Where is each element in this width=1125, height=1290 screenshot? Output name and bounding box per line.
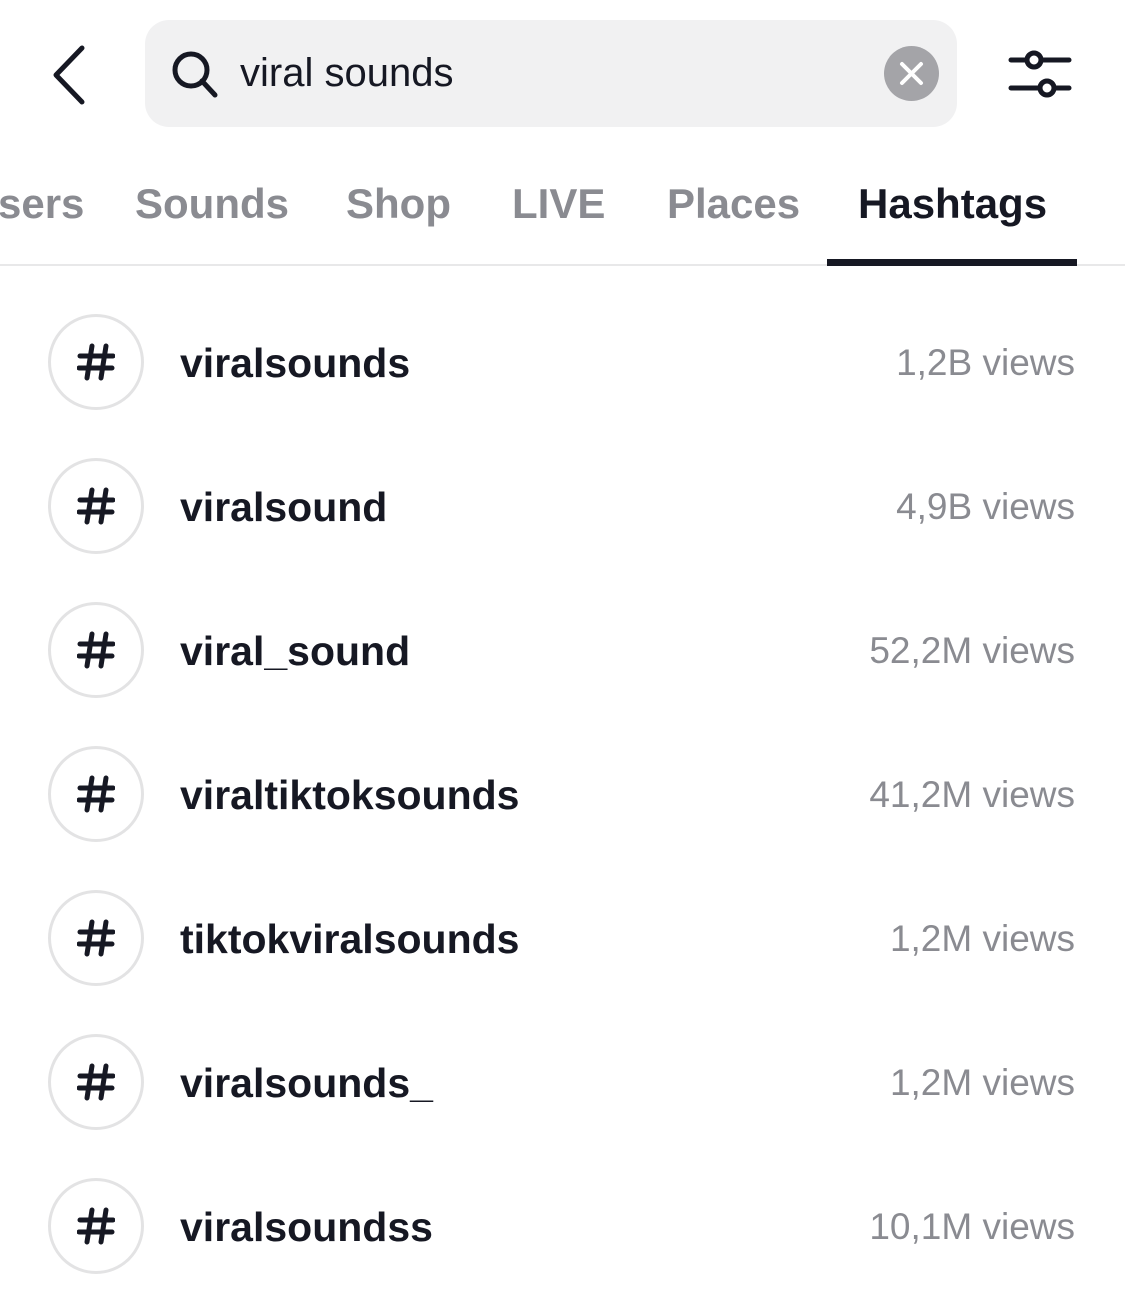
hashtag-row[interactable]: viral_sound 52,2M views xyxy=(0,554,1125,698)
hashtag-icon xyxy=(77,775,115,813)
tab-users[interactable]: sers xyxy=(0,180,84,228)
hashtag-icon xyxy=(77,1207,115,1245)
hashtag-name: viraltiktoksounds xyxy=(180,772,520,818)
active-tab-indicator xyxy=(827,259,1077,266)
hashtag-row[interactable]: tiktokviralsounds 1,2M views xyxy=(0,842,1125,986)
tab-places[interactable]: Places xyxy=(667,180,800,228)
hashtag-name: viralsound xyxy=(180,484,388,530)
back-button[interactable] xyxy=(40,40,100,110)
hashtag-avatar xyxy=(48,1034,144,1130)
search-icon xyxy=(172,51,218,98)
close-icon xyxy=(900,62,923,85)
search-bar[interactable] xyxy=(145,20,957,127)
hashtag-avatar xyxy=(48,602,144,698)
hashtag-views: 10,1M views xyxy=(869,1206,1075,1247)
hashtag-name: viralsounds_ xyxy=(180,1060,433,1106)
search-tabs: sers Sounds Shop LIVE Places Hashtags xyxy=(0,150,1125,266)
search-input[interactable] xyxy=(240,40,860,107)
hashtag-name: viral_sound xyxy=(180,628,411,674)
hashtag-avatar xyxy=(48,458,144,554)
hashtag-row[interactable]: viralsoundss 10,1M views xyxy=(0,1130,1125,1274)
tab-sounds[interactable]: Sounds xyxy=(135,180,289,228)
hashtag-avatar xyxy=(48,746,144,842)
hashtag-icon xyxy=(77,919,115,957)
hashtag-row[interactable]: viraltiktoksounds 41,2M views xyxy=(0,698,1125,842)
tab-hashtags[interactable]: Hashtags xyxy=(858,180,1047,228)
hashtag-icon xyxy=(77,631,115,669)
clear-search-button[interactable] xyxy=(884,46,939,101)
hashtag-views: 52,2M views xyxy=(869,630,1075,671)
hashtag-views: 1,2M views xyxy=(889,918,1075,959)
sliders-icon xyxy=(1008,50,1072,98)
hashtag-avatar xyxy=(48,314,144,410)
hashtag-views: 1,2B views xyxy=(896,342,1075,383)
chevron-left-icon xyxy=(53,45,85,105)
hashtag-name: tiktokviralsounds xyxy=(180,916,520,962)
hashtag-views: 41,2M views xyxy=(869,774,1075,815)
hashtag-icon xyxy=(77,1063,115,1101)
hashtag-name: viralsounds xyxy=(180,340,411,386)
hashtag-views: 1,2M views xyxy=(889,1062,1075,1103)
hashtag-icon xyxy=(77,487,115,525)
hashtag-row[interactable]: viralsound 4,9B views xyxy=(0,410,1125,554)
tab-shop[interactable]: Shop xyxy=(346,180,451,228)
tab-live[interactable]: LIVE xyxy=(512,180,605,228)
hashtag-results-list: viralsounds 1,2B views viralsound 4,9B v… xyxy=(0,266,1125,1274)
hashtag-avatar xyxy=(48,1178,144,1274)
hashtag-row[interactable]: viralsounds 1,2B views xyxy=(0,266,1125,410)
top-bar xyxy=(0,0,1125,150)
filter-button[interactable] xyxy=(1005,45,1075,105)
hashtag-avatar xyxy=(48,890,144,986)
hashtag-icon xyxy=(77,343,115,381)
hashtag-name: viralsoundss xyxy=(180,1204,433,1250)
hashtag-views: 4,9B views xyxy=(896,486,1075,527)
hashtag-row[interactable]: viralsounds_ 1,2M views xyxy=(0,986,1125,1130)
